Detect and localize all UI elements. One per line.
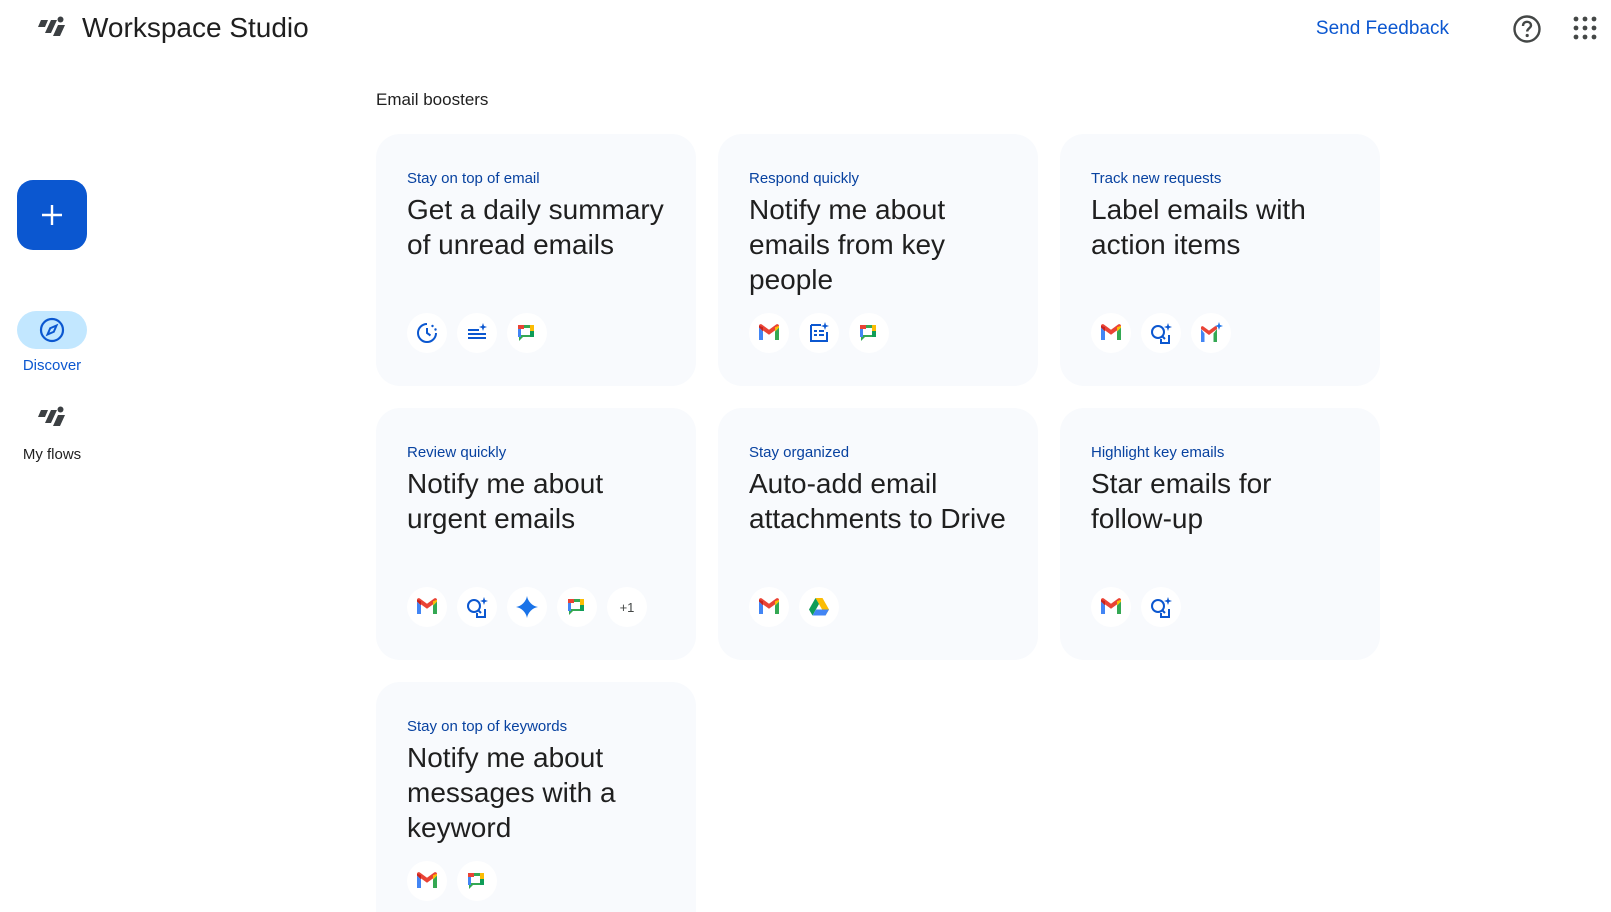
gmail-icon xyxy=(407,861,447,901)
discover-pill xyxy=(17,311,87,349)
top-bar: Workspace Studio Send Feedback xyxy=(0,0,1611,64)
card-icons xyxy=(749,313,889,353)
card-subtitle: Stay on top of email xyxy=(407,170,540,187)
chat-icon xyxy=(557,587,597,627)
sidebar-item-discover[interactable]: Discover xyxy=(0,311,104,374)
flows-icon xyxy=(38,406,65,426)
drive-icon xyxy=(799,587,839,627)
card-title: Get a daily summary of unread emails xyxy=(407,194,664,260)
send-feedback-link[interactable]: Send Feedback xyxy=(1316,18,1449,40)
plus-icon xyxy=(42,205,62,225)
summarize-icon xyxy=(457,313,497,353)
compass-icon xyxy=(39,317,65,343)
gmail-ai-icon xyxy=(1191,313,1231,353)
chat-icon xyxy=(849,313,889,353)
card-icons: +1 xyxy=(407,587,647,627)
card-icons xyxy=(407,313,547,353)
sidebar-item-label: My flows xyxy=(22,446,82,463)
create-flow-button[interactable] xyxy=(17,180,87,250)
card-title: Auto-add email attachments to Drive xyxy=(749,468,1006,534)
app-title: Workspace Studio xyxy=(82,12,309,43)
flow-card-daily-summary[interactable]: Stay on top of email Get a daily summary… xyxy=(376,134,696,386)
sidebar-item-label: Discover xyxy=(22,357,82,374)
extract-icon xyxy=(799,313,839,353)
card-subtitle: Stay organized xyxy=(749,444,850,461)
card-icons xyxy=(1091,313,1231,353)
card-title: Label emails with action items xyxy=(1091,194,1306,260)
apps-grid-icon[interactable] xyxy=(1573,16,1597,40)
gmail-icon xyxy=(1091,587,1131,627)
more-steps-badge: +1 xyxy=(607,587,647,627)
section-title: Email boosters xyxy=(376,90,489,109)
ai-search-icon xyxy=(457,587,497,627)
ai-search-icon xyxy=(1141,313,1181,353)
card-subtitle: Highlight key emails xyxy=(1091,444,1225,461)
card-icons xyxy=(407,861,497,901)
chat-icon xyxy=(457,861,497,901)
card-icons xyxy=(1091,587,1181,627)
schedule-icon xyxy=(407,313,447,353)
card-title: Notify me about urgent emails xyxy=(407,468,604,534)
flow-card-keywords[interactable]: Stay on top of keywords Notify me about … xyxy=(376,682,696,912)
card-subtitle: Track new requests xyxy=(1091,170,1222,187)
gemini-icon xyxy=(507,587,547,627)
flow-card-attachments-drive[interactable]: Stay organized Auto-add email attachment… xyxy=(718,408,1038,660)
card-title: Notify me about emails from key people xyxy=(749,194,946,295)
flow-card-urgent-emails[interactable]: Review quickly Notify me about urgent em… xyxy=(376,408,696,660)
my-flows-pill xyxy=(17,400,87,438)
chat-icon xyxy=(507,313,547,353)
flow-card-label-action-items[interactable]: Track new requests Label emails with act… xyxy=(1060,134,1380,386)
card-icons xyxy=(749,587,839,627)
card-subtitle: Respond quickly xyxy=(749,170,860,187)
ai-search-icon xyxy=(1141,587,1181,627)
help-icon[interactable] xyxy=(1512,14,1542,44)
card-subtitle: Review quickly xyxy=(407,444,507,461)
gmail-icon xyxy=(749,313,789,353)
flow-card-star-emails[interactable]: Highlight key emails Star emails for fol… xyxy=(1060,408,1380,660)
card-title: Notify me about messages with a keyword xyxy=(407,742,616,843)
card-subtitle: Stay on top of keywords xyxy=(407,718,568,735)
flows-logo-icon xyxy=(38,16,65,36)
gmail-icon xyxy=(407,587,447,627)
sidebar-item-my-flows[interactable]: My flows xyxy=(0,400,104,463)
flow-card-key-people[interactable]: Respond quickly Notify me about emails f… xyxy=(718,134,1038,386)
gmail-icon xyxy=(1091,313,1131,353)
card-title: Star emails for follow-up xyxy=(1091,468,1272,534)
gmail-icon xyxy=(749,587,789,627)
